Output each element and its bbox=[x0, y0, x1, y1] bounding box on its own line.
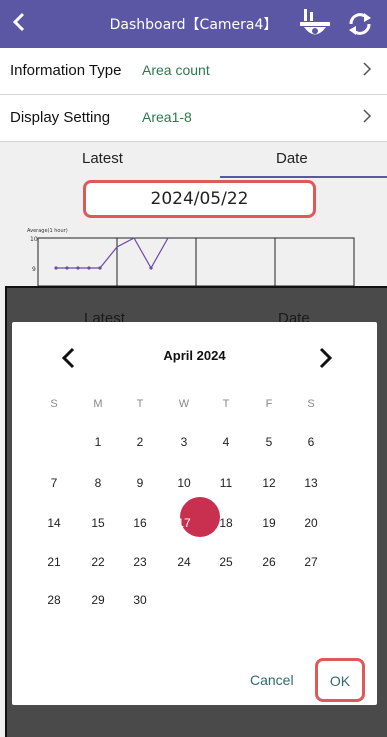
calendar-day[interactable]: 3 bbox=[169, 435, 199, 455]
calendar-day[interactable]: 27 bbox=[296, 555, 326, 575]
calendar-day[interactable]: 28 bbox=[39, 593, 69, 613]
calendar-day[interactable]: 1 bbox=[83, 435, 113, 455]
calendar-day[interactable]: 10 bbox=[169, 476, 199, 496]
calendar-day[interactable]: 24 bbox=[169, 555, 199, 575]
active-tab-indicator bbox=[220, 176, 387, 178]
chart-ylabel: Average(1 hour) bbox=[27, 228, 68, 234]
chart-point bbox=[149, 266, 153, 270]
chart-point bbox=[65, 266, 69, 270]
calendar-day[interactable]: 7 bbox=[39, 476, 69, 496]
chart-ytick-10: 10 bbox=[30, 236, 38, 243]
calendar-day[interactable]: 13 bbox=[296, 476, 326, 496]
calendar-day[interactable]: 29 bbox=[83, 593, 113, 613]
calendar-day[interactable]: 20 bbox=[296, 516, 326, 536]
display-setting-value: Area1-8 bbox=[142, 109, 192, 125]
display-setting-row[interactable]: Display Setting Area1-8 bbox=[0, 95, 387, 142]
calendar-day[interactable]: 14 bbox=[39, 516, 69, 536]
chart-point bbox=[76, 266, 80, 270]
information-type-label: Information Type bbox=[10, 62, 122, 79]
chevron-right-icon bbox=[363, 62, 372, 76]
chevron-right-icon bbox=[363, 109, 372, 123]
ok-button[interactable]: OK bbox=[318, 673, 362, 689]
calendar-day-selected[interactable]: 17 bbox=[169, 516, 199, 536]
weekday-header: M bbox=[93, 398, 103, 410]
calendar-day[interactable]: 22 bbox=[83, 555, 113, 575]
calendar-day[interactable]: 15 bbox=[83, 516, 113, 536]
calendar-day[interactable]: 25 bbox=[211, 555, 241, 575]
tab-date[interactable]: Date bbox=[276, 150, 308, 167]
information-type-row[interactable]: Information Type Area count bbox=[0, 48, 387, 95]
ok-button-highlight: OK bbox=[315, 658, 365, 702]
weekday-header: S bbox=[307, 398, 315, 410]
calendar-day[interactable]: 5 bbox=[254, 435, 284, 455]
chart-ytick-9: 9 bbox=[32, 266, 36, 273]
refresh-icon[interactable] bbox=[345, 9, 375, 39]
chart-point bbox=[87, 266, 91, 270]
calendar-day[interactable]: 26 bbox=[254, 555, 284, 575]
calendar-day[interactable]: 6 bbox=[296, 435, 326, 455]
tab-bar: Latest Date bbox=[0, 142, 387, 180]
calendar-day[interactable]: 11 bbox=[211, 476, 241, 496]
date-picker-dialog: April 2024 S M T W T F S 1 2 3 4 5 6 7 8 9 10 11 12 13 14 15 1… bbox=[12, 322, 377, 705]
calendar-day[interactable]: 16 bbox=[125, 516, 155, 536]
weekday-header: W bbox=[178, 398, 190, 410]
display-setting-label: Display Setting bbox=[10, 109, 111, 126]
calendar-day[interactable]: 8 bbox=[83, 476, 113, 496]
calendar-day[interactable]: 9 bbox=[125, 476, 155, 496]
tab-latest[interactable]: Latest bbox=[82, 150, 123, 167]
chart-series-line bbox=[56, 237, 169, 270]
weekday-header: T bbox=[136, 398, 144, 410]
calendar-day[interactable]: 18 bbox=[211, 516, 241, 536]
average-chart: Average(1 hour) 10 9 bbox=[27, 228, 355, 286]
calendar-day[interactable]: 23 bbox=[125, 555, 155, 575]
weekday-header: S bbox=[50, 398, 58, 410]
information-type-value: Area count bbox=[142, 62, 210, 78]
chart-point bbox=[98, 266, 102, 270]
date-field[interactable]: 2024/05/22 bbox=[83, 180, 316, 218]
camera-network-icon[interactable] bbox=[298, 8, 332, 42]
calendar-day[interactable]: 30 bbox=[125, 593, 155, 613]
calendar-day[interactable]: 21 bbox=[39, 555, 69, 575]
weekday-header: F bbox=[265, 398, 273, 410]
weekday-header: T bbox=[222, 398, 230, 410]
calendar-day[interactable]: 4 bbox=[211, 435, 241, 455]
app-header: Dashboard【Camera4】 bbox=[0, 0, 387, 48]
chart-point bbox=[54, 266, 58, 270]
cancel-button[interactable]: Cancel bbox=[250, 672, 294, 688]
calendar-day[interactable]: 2 bbox=[125, 435, 155, 455]
calendar-day[interactable]: 19 bbox=[254, 516, 284, 536]
next-month-icon[interactable] bbox=[315, 346, 335, 370]
calendar-day[interactable]: 12 bbox=[254, 476, 284, 496]
